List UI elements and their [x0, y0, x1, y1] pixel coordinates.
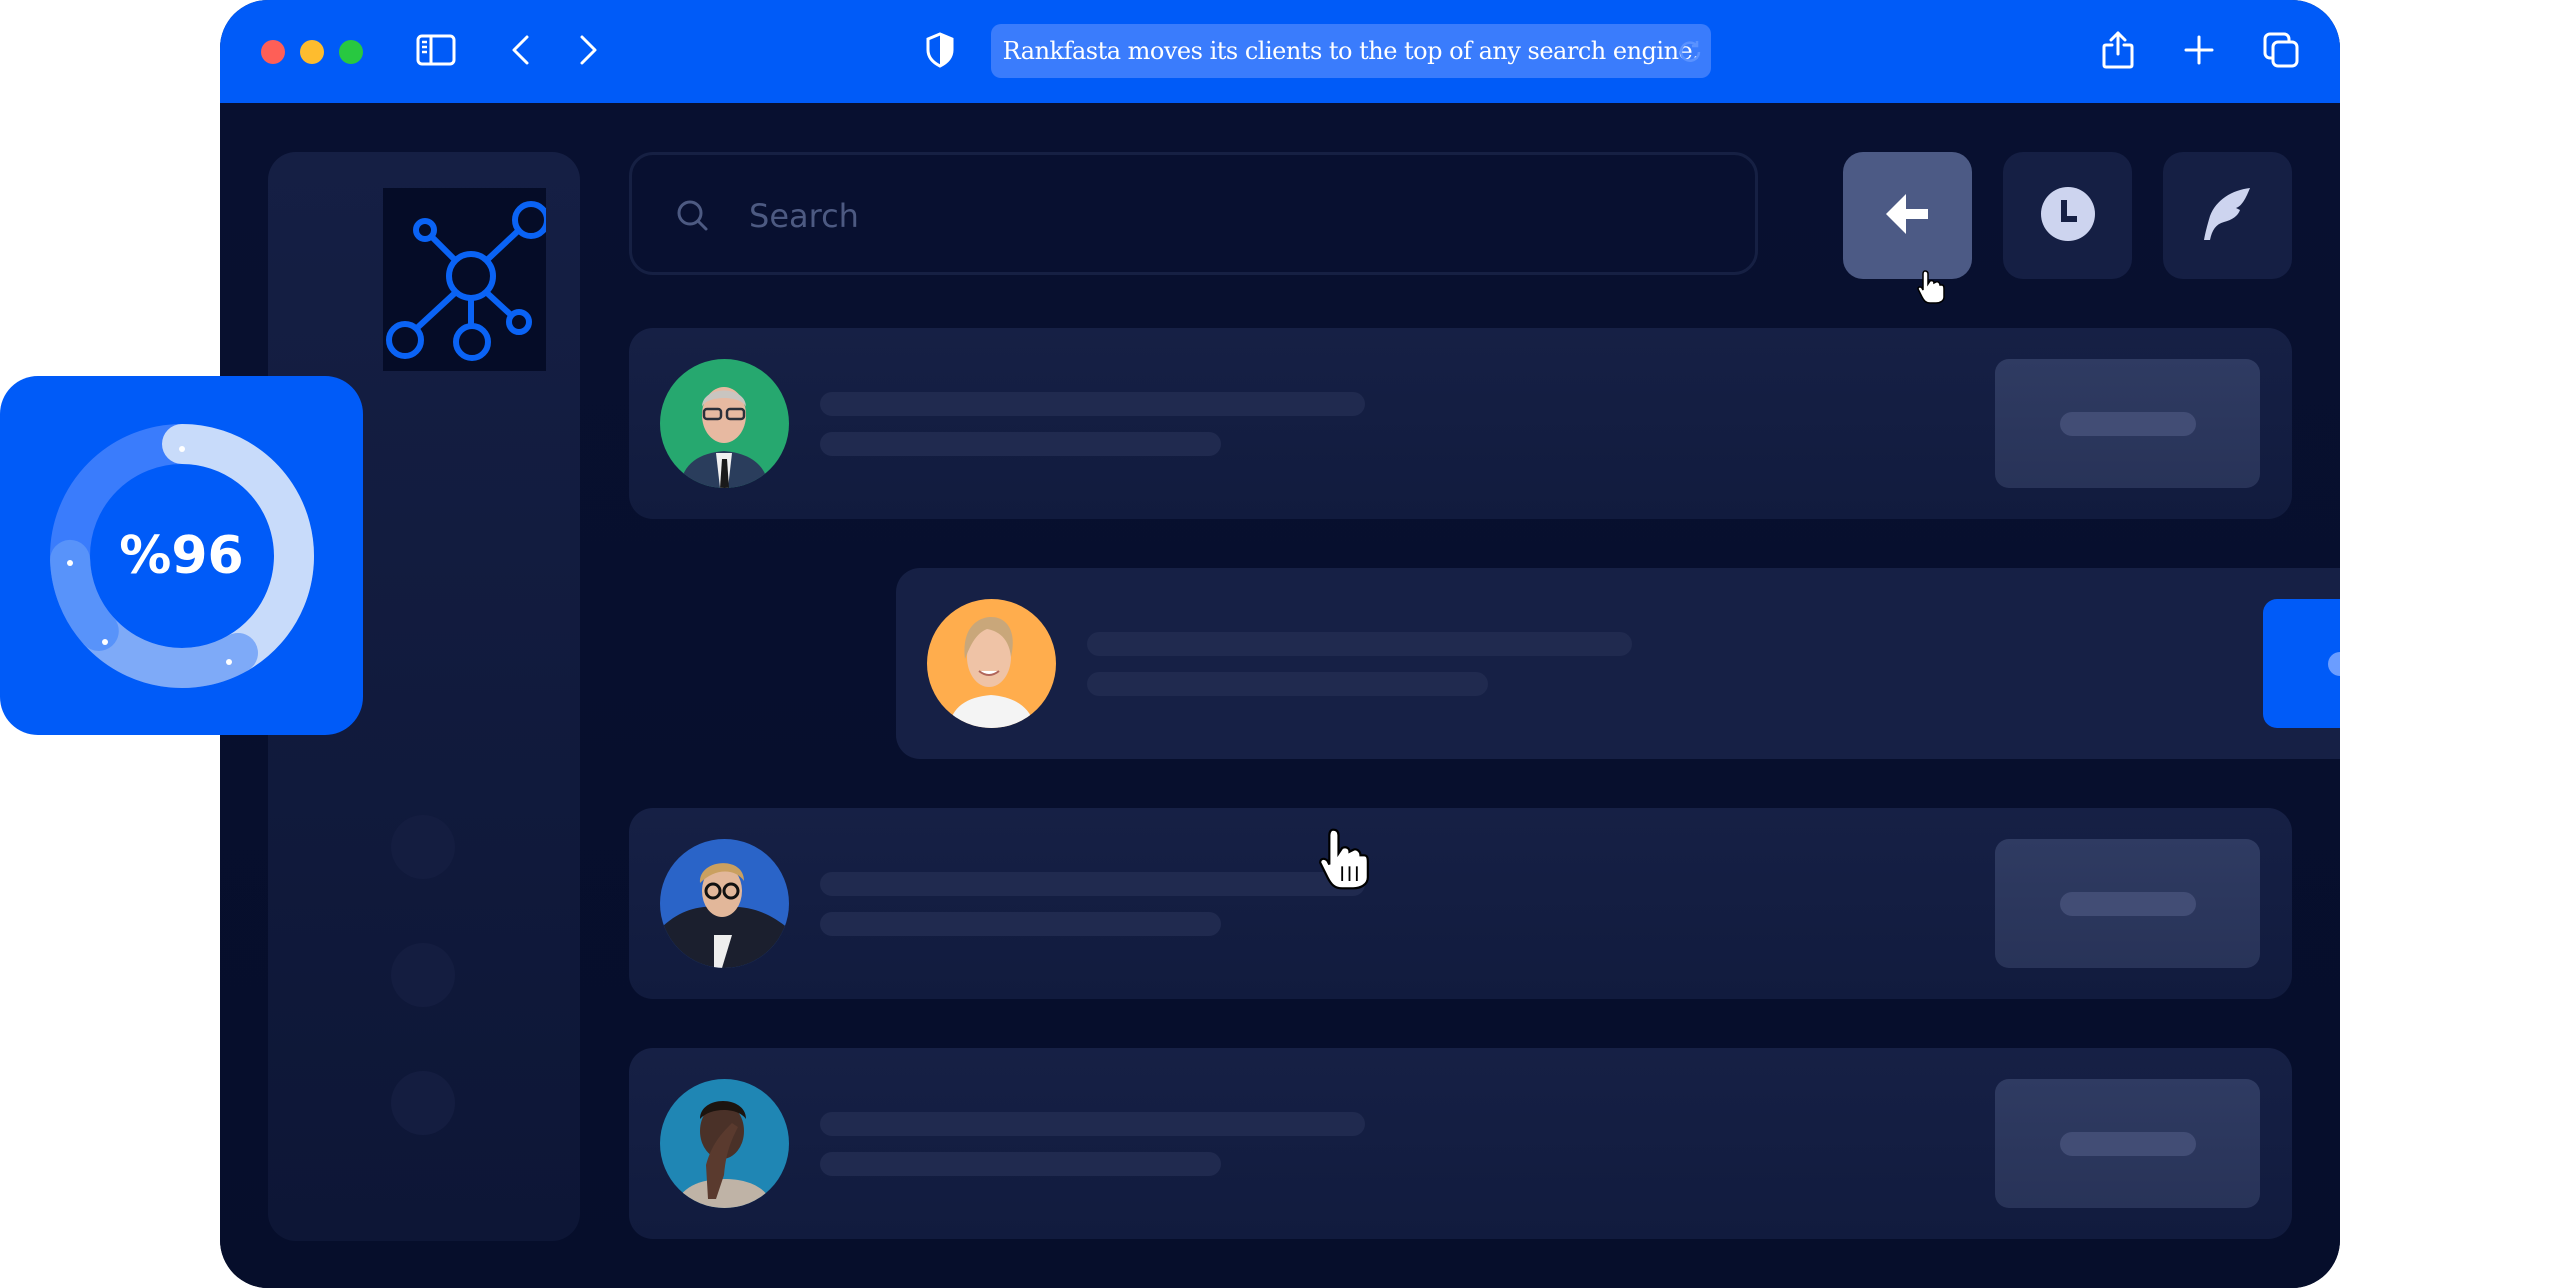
app-logo[interactable] — [383, 188, 550, 371]
button-label-placeholder — [2059, 891, 2196, 916]
address-text: Rankfasta moves its clients to the top o… — [1002, 37, 1700, 65]
close-button[interactable] — [261, 40, 285, 64]
sidebar-icon — [416, 34, 456, 70]
search-input[interactable] — [747, 185, 1651, 247]
plus-icon — [2183, 34, 2215, 70]
history-button[interactable] — [2003, 152, 2132, 279]
sidebar-item[interactable] — [391, 1071, 455, 1135]
clock-icon — [2040, 186, 2096, 246]
list-item[interactable] — [629, 808, 2292, 999]
reload-icon[interactable] — [1677, 38, 1703, 68]
title-placeholder — [1087, 632, 1632, 656]
write-button[interactable] — [2163, 152, 2292, 279]
button-label-placeholder — [2059, 1131, 2196, 1156]
row-action-button-primary[interactable] — [2263, 599, 2340, 728]
tab-overview-button[interactable] — [2259, 30, 2303, 74]
progress-card: %96 — [0, 376, 363, 735]
network-hub-icon — [383, 201, 550, 375]
avatar — [660, 359, 789, 488]
browser-window: Rankfasta moves its clients to the top o… — [220, 0, 2340, 1288]
shield-icon — [925, 32, 955, 72]
minimize-button[interactable] — [300, 40, 324, 64]
arrow-left-icon — [1884, 192, 1932, 240]
title-placeholder — [820, 872, 1365, 896]
title-bar: Rankfasta moves its clients to the top o… — [220, 0, 2340, 103]
tabs-icon — [2262, 31, 2300, 73]
hand-cursor-icon — [1916, 269, 1946, 309]
forward-button[interactable] — [566, 30, 610, 74]
subtitle-placeholder — [820, 912, 1221, 936]
hand-cursor-icon — [1315, 826, 1373, 896]
list-item[interactable] — [629, 1048, 2292, 1239]
button-label-placeholder — [2059, 411, 2196, 436]
back-button[interactable] — [499, 30, 543, 74]
new-tab-button[interactable] — [2177, 30, 2221, 74]
avatar — [660, 839, 789, 968]
search-icon — [674, 197, 710, 237]
chevron-right-icon — [576, 34, 600, 70]
address-bar[interactable]: Rankfasta moves its clients to the top o… — [991, 24, 1711, 78]
search-box[interactable] — [629, 152, 1758, 275]
avatar — [660, 1079, 789, 1208]
list-item-highlighted[interactable] — [896, 568, 2340, 759]
row-action-button[interactable] — [1995, 1079, 2260, 1208]
title-placeholder — [820, 1112, 1365, 1136]
button-label-placeholder — [2327, 651, 2340, 676]
share-button[interactable] — [2096, 30, 2140, 74]
row-action-button[interactable] — [1995, 359, 2260, 488]
subtitle-placeholder — [820, 1152, 1221, 1176]
title-placeholder — [820, 392, 1365, 416]
zoom-button[interactable] — [339, 40, 363, 64]
feather-icon — [2202, 186, 2254, 246]
sidebar-toggle-button[interactable] — [414, 30, 458, 74]
back-arrow-button[interactable] — [1843, 152, 1972, 279]
chevron-left-icon — [509, 34, 533, 70]
progress-percent-label: %96 — [119, 525, 244, 586]
app-content — [220, 103, 2340, 1288]
avatar — [927, 599, 1056, 728]
row-action-button[interactable] — [1995, 839, 2260, 968]
privacy-report-button[interactable] — [918, 30, 962, 74]
subtitle-placeholder — [1087, 672, 1488, 696]
sidebar-item[interactable] — [391, 815, 455, 879]
share-icon — [2101, 30, 2135, 74]
sidebar-item[interactable] — [391, 943, 455, 1007]
list-item[interactable] — [629, 328, 2292, 519]
subtitle-placeholder — [820, 432, 1221, 456]
